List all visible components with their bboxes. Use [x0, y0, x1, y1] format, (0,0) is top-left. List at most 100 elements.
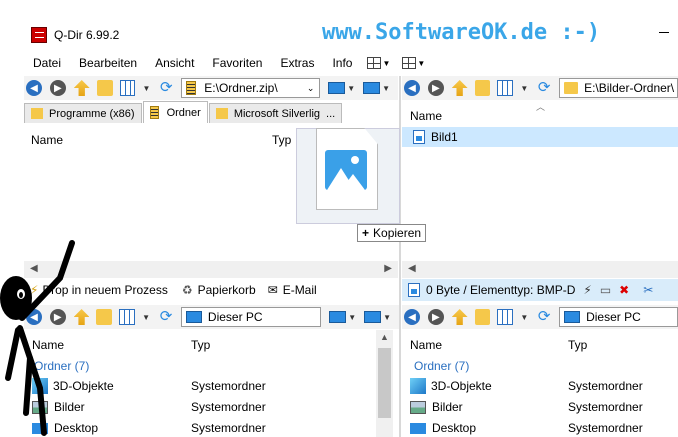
pane-toolbar: ◀ ▶ ▼ ⟳ Dieser PC	[402, 305, 678, 329]
forward-icon[interactable]: ▶	[427, 80, 444, 96]
table-row[interactable]: Desktop Systemordner	[410, 418, 678, 437]
address-text: E:\Ordner.zip\	[204, 81, 278, 95]
image-icon	[325, 150, 367, 190]
menu-favoriten[interactable]: Favoriten	[203, 56, 271, 70]
recycle-bin-label[interactable]: Papierkorb	[198, 283, 256, 297]
list-item[interactable]: Bild1	[402, 127, 678, 147]
view-mode-icon[interactable]	[497, 80, 514, 96]
chevron-down-icon[interactable]: ▼	[142, 84, 150, 93]
minimize-button[interactable]	[655, 24, 673, 42]
new-folder-icon[interactable]	[96, 309, 113, 325]
view-mode-icon[interactable]	[497, 309, 514, 325]
chevron-down-icon[interactable]: ⌄	[307, 83, 315, 94]
up-folder-icon[interactable]	[451, 80, 468, 96]
3d-objects-icon	[410, 378, 426, 394]
sort-ascending-icon: ︿	[536, 102, 546, 112]
back-icon[interactable]: ◀	[26, 80, 42, 96]
table-row[interactable]: Bilder Systemordner	[32, 397, 372, 417]
view-mode-icon[interactable]	[119, 309, 136, 325]
chevron-down-icon[interactable]: ▼	[347, 84, 355, 93]
horizontal-scrollbar[interactable]: ◀ ▶	[24, 261, 398, 278]
address-bar[interactable]: E:\Ordner.zip\ ⌄	[181, 78, 321, 98]
vertical-scrollbar[interactable]: ▲	[376, 330, 393, 437]
back-icon[interactable]: ◀	[404, 80, 420, 96]
monitor-icon[interactable]	[328, 82, 346, 94]
column-header: Name Typ	[24, 335, 399, 355]
new-folder-icon[interactable]	[96, 80, 113, 96]
pane-toolbar: ◀ ▶ ▼ ⟳ E:\Bilder-Ordner\	[402, 76, 678, 100]
pane-bottom-right: ◀ ▶ ▼ ⟳ Dieser PC Name Typ Ordner (7) 3D…	[402, 305, 678, 437]
address-text: Dieser PC	[207, 310, 263, 324]
app-icon[interactable]	[31, 27, 47, 43]
chevron-down-icon[interactable]: ▼	[382, 59, 390, 68]
column-type[interactable]: Typ	[568, 338, 587, 352]
column-type[interactable]: Typ	[272, 133, 291, 147]
address-bar[interactable]: E:\Bilder-Ordner\	[559, 78, 678, 98]
up-folder-icon[interactable]	[73, 80, 90, 96]
tab-ordner[interactable]: Ordner	[142, 101, 208, 123]
chevron-down-icon[interactable]: ▼	[520, 84, 528, 93]
refresh-icon[interactable]: ⟳	[158, 309, 174, 325]
menu-bearbeiten[interactable]: Bearbeiten	[70, 56, 146, 70]
column-name[interactable]: Name	[410, 109, 442, 123]
table-row[interactable]: 3D-Objekte Systemordner	[32, 376, 372, 396]
back-icon[interactable]: ◀	[404, 309, 420, 325]
chevron-down-icon[interactable]: ▼	[142, 313, 150, 322]
chevron-down-icon[interactable]: ▼	[348, 313, 356, 322]
recycle-bin-icon[interactable]: ♻	[182, 283, 193, 297]
column-name[interactable]: Name	[410, 338, 442, 352]
layout-grid-icon[interactable]	[402, 57, 417, 69]
up-folder-icon[interactable]	[451, 309, 468, 325]
email-label[interactable]: E-Mail	[283, 283, 317, 297]
cut-icon[interactable]: ✂	[643, 283, 653, 297]
chevron-down-icon[interactable]: ▼	[382, 84, 390, 93]
table-row[interactable]: 3D-Objekte Systemordner	[410, 376, 678, 396]
email-icon[interactable]: ✉	[268, 283, 278, 297]
view-mode-icon[interactable]	[119, 80, 136, 96]
title-bar: Q-Dir 6.99.2 www.SoftwareOK.de :-)	[0, 0, 678, 52]
new-folder-icon[interactable]	[474, 80, 491, 96]
chevron-down-icon[interactable]: ▼	[383, 313, 391, 322]
group-header[interactable]: Ordner (7)	[414, 359, 469, 373]
column-name[interactable]: Name	[31, 133, 63, 147]
address-bar[interactable]: Dieser PC	[559, 307, 678, 327]
refresh-icon[interactable]: ⟳	[536, 309, 552, 325]
pane-toolbar: ◀ ▶ ▼ ⟳ E:\Ordner.zip\ ⌄ ▼ ▼	[24, 76, 398, 100]
scroll-left-icon[interactable]: ◀	[408, 263, 416, 274]
row-type: Systemordner	[568, 400, 643, 414]
scroll-up-icon[interactable]: ▲	[380, 332, 389, 342]
delete-icon[interactable]: ✖	[619, 283, 629, 297]
tab-microsoft-silverlight[interactable]: Microsoft Silverlig...	[208, 103, 343, 123]
address-bar[interactable]: Dieser PC	[180, 307, 322, 327]
menu-ansicht[interactable]: Ansicht	[146, 56, 203, 70]
refresh-icon[interactable]: ⟳	[158, 80, 174, 96]
refresh-icon[interactable]: ⟳	[536, 80, 552, 96]
new-folder-icon[interactable]	[474, 309, 491, 325]
chevron-down-icon[interactable]: ▼	[417, 59, 425, 68]
chevron-down-icon[interactable]: ▼	[520, 313, 528, 322]
table-row[interactable]: Bilder Systemordner	[410, 397, 678, 417]
monitor-icon[interactable]	[363, 82, 381, 94]
tab-strip: Programme (x86) Ordner Microsoft Silverl…	[24, 101, 343, 123]
column-type[interactable]: Typ	[191, 338, 210, 352]
menu-extras[interactable]: Extras	[271, 56, 323, 70]
scroll-thumb[interactable]	[378, 348, 391, 418]
forward-icon[interactable]: ▶	[49, 80, 66, 96]
row-type: Systemordner	[191, 400, 266, 414]
monitor-icon[interactable]	[329, 311, 347, 323]
tab-programme[interactable]: Programme (x86)	[24, 103, 142, 123]
forward-icon[interactable]: ▶	[427, 309, 444, 325]
menu-datei[interactable]: Datei	[24, 56, 70, 70]
properties-icon[interactable]: ▭	[600, 283, 611, 297]
horizontal-scrollbar[interactable]: ◀	[402, 261, 678, 278]
lightning-icon[interactable]: ⚡	[583, 283, 591, 297]
table-row[interactable]: Desktop Systemordner	[32, 418, 372, 437]
layout-grid-icon[interactable]	[367, 57, 382, 69]
pane-toolbar: ◀ ▶ ▼ ⟳ Dieser PC ▼ ▼	[24, 305, 399, 329]
tab-label: Ordner	[166, 106, 201, 119]
scroll-right-icon[interactable]: ▶	[384, 263, 392, 274]
monitor-icon[interactable]	[364, 311, 382, 323]
status-bar-right: 0 Byte / Elementtyp: BMP-D ⚡ ▭ ✖ ✂	[402, 279, 678, 301]
menu-info[interactable]: Info	[323, 56, 361, 70]
pc-icon	[185, 311, 202, 323]
